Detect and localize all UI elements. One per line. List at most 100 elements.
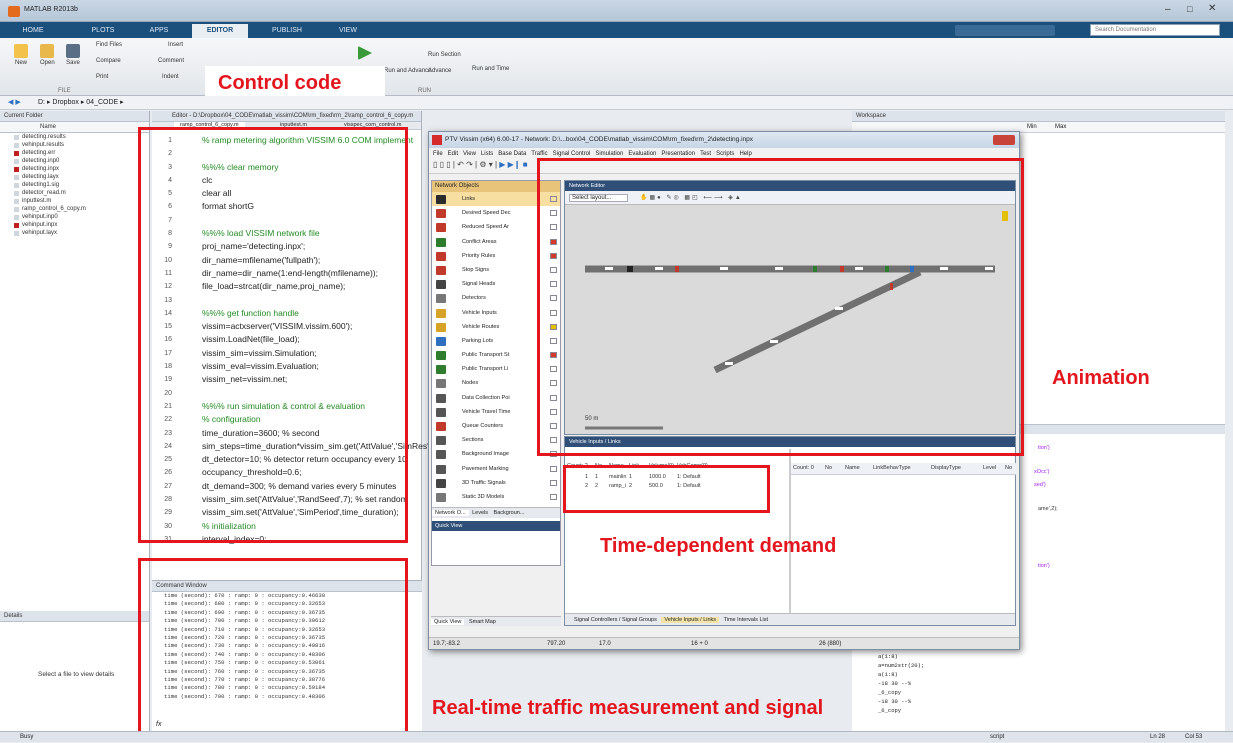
- print-button[interactable]: Print: [96, 74, 108, 80]
- indent-button[interactable]: Indent: [162, 74, 179, 80]
- network-object-item[interactable]: 3D Traffic Signals: [432, 476, 560, 490]
- name-column-header[interactable]: Name: [0, 122, 149, 133]
- file-item[interactable]: vehinput.inpx: [0, 221, 149, 229]
- toolbar-icons[interactable]: ▯ ▯ ▯ | ↶ ↷ | ⚙ ▾ | ▶ ▶❙ ■: [433, 160, 528, 169]
- close-icon[interactable]: ✕: [1208, 3, 1216, 14]
- history-item[interactable]: -18 30 --%: [878, 680, 978, 689]
- history-item[interactable]: _6_copy: [878, 689, 978, 698]
- table-header[interactable]: LinkBehavType: [873, 465, 911, 471]
- tab-levels[interactable]: Levels: [470, 510, 490, 516]
- history-item[interactable]: a(1:8): [878, 671, 978, 680]
- network-object-icon: [436, 223, 446, 233]
- search-documentation-input[interactable]: Search Documentation: [1090, 24, 1220, 36]
- network-object-item[interactable]: Pavement Marking: [432, 462, 560, 476]
- insert-button[interactable]: Insert: [168, 42, 183, 48]
- vissim-titlebar: PTV Vissim (x64) 6.00-17 - Network: D:\.…: [429, 132, 1019, 148]
- file-item[interactable]: vehinput.layx: [0, 229, 149, 237]
- menu-item-traffic[interactable]: Traffic: [531, 151, 547, 157]
- history-item[interactable]: _6_copy: [878, 707, 978, 716]
- table-header[interactable]: No: [825, 465, 832, 471]
- status-speed: 17.0: [599, 641, 611, 647]
- tab-editor[interactable]: EDITOR: [192, 24, 248, 38]
- file-item[interactable]: ramp_control_6_copy.m: [0, 205, 149, 213]
- file-item[interactable]: detecting.layx: [0, 173, 149, 181]
- tab-apps[interactable]: APPS: [140, 24, 178, 38]
- tab-vehicle-inputs[interactable]: Vehicle Inputs / Links: [661, 617, 720, 623]
- menu-item-help[interactable]: Help: [739, 151, 751, 157]
- menu-item-signal-control[interactable]: Signal Control: [553, 151, 591, 157]
- breadcrumb-dropbox[interactable]: Dropbox: [52, 99, 78, 106]
- file-item[interactable]: detecting.results: [0, 133, 149, 141]
- table-header[interactable]: No: [1005, 465, 1012, 471]
- tab-time-intervals[interactable]: Time Intervals List: [721, 617, 771, 623]
- status-busy: Busy: [20, 734, 34, 740]
- file-item[interactable]: detecting.inp0: [0, 157, 149, 165]
- tab-plots[interactable]: PLOTS: [84, 24, 122, 38]
- tab-publish[interactable]: PUBLISH: [262, 24, 312, 38]
- maximize-icon[interactable]: □: [1187, 4, 1192, 14]
- list-tabs: Signal Controllers / Signal Groups Vehic…: [565, 613, 1015, 625]
- max-column-header[interactable]: Max: [1055, 124, 1066, 130]
- menu-item-file[interactable]: File: [433, 151, 443, 157]
- file-item[interactable]: detecting.err: [0, 149, 149, 157]
- compare-button[interactable]: Compare: [96, 58, 121, 64]
- minimize-icon[interactable]: –: [1165, 4, 1171, 15]
- open-button[interactable]: Open: [40, 44, 55, 66]
- file-item[interactable]: detecting1.sig: [0, 181, 149, 189]
- new-button[interactable]: New: [14, 44, 28, 66]
- network-object-item[interactable]: Static 3D Models: [432, 490, 560, 504]
- file-item[interactable]: detector_read.m: [0, 189, 149, 197]
- table-header[interactable]: Level: [983, 465, 996, 471]
- tab-signal-controllers[interactable]: Signal Controllers / Signal Groups: [571, 617, 660, 623]
- tab-view[interactable]: VIEW: [330, 24, 366, 38]
- network-object-label: Sections: [462, 437, 484, 444]
- tab-smart-map[interactable]: Smart Map: [466, 619, 499, 625]
- history-item[interactable]: -18 30 --%: [878, 698, 978, 707]
- visibility-toggle[interactable]: [550, 465, 557, 472]
- network-object-label: Background Image: [462, 451, 509, 458]
- menu-item-scripts[interactable]: Scripts: [716, 151, 734, 157]
- comment-button[interactable]: Comment: [158, 58, 184, 64]
- visibility-toggle[interactable]: [550, 493, 557, 500]
- window-titlebar: MATLAB R2013b – □ ✕: [0, 0, 1233, 22]
- menu-item-view[interactable]: View: [463, 151, 476, 157]
- history-item[interactable]: a(1:8): [878, 653, 978, 662]
- tab-home[interactable]: HOME: [14, 24, 52, 38]
- run-and-time-button[interactable]: Run and Time: [472, 66, 509, 72]
- visibility-toggle[interactable]: [550, 479, 557, 486]
- advance-button[interactable]: Advance: [428, 68, 451, 74]
- run-icon[interactable]: [358, 46, 372, 62]
- file-item[interactable]: vehinput.results: [0, 141, 149, 149]
- vissim-close-icon[interactable]: [993, 135, 1015, 145]
- tab-quick-view[interactable]: Quick View: [431, 619, 465, 625]
- network-object-icon: [436, 436, 446, 446]
- min-column-header[interactable]: Min: [1027, 124, 1037, 130]
- tab-network-objects[interactable]: Network O...: [432, 510, 469, 516]
- menu-item-test[interactable]: Test: [700, 151, 711, 157]
- menu-item-simulation[interactable]: Simulation: [595, 151, 623, 157]
- breadcrumb-code[interactable]: 04_CODE: [86, 99, 118, 106]
- run-section-button[interactable]: Run Section: [428, 52, 461, 58]
- menu-item-edit[interactable]: Edit: [448, 151, 458, 157]
- quick-access-toolbar[interactable]: [955, 25, 1055, 36]
- find-files-button[interactable]: Find Files: [96, 42, 122, 48]
- file-item[interactable]: inputtest.m: [0, 197, 149, 205]
- run-and-advance-button[interactable]: Run and Advance: [384, 68, 431, 74]
- tab-backgrounds[interactable]: Backgroun...: [492, 510, 527, 516]
- file-item[interactable]: vehinput.inp0: [0, 213, 149, 221]
- link-table[interactable]: Count: 0 No Name LinkBehavType DisplayType Le…: [791, 463, 1016, 475]
- breadcrumb-drive[interactable]: D:: [38, 99, 45, 106]
- table-header[interactable]: Count: 0: [793, 465, 814, 471]
- network-object-icon: [436, 280, 446, 290]
- table-header[interactable]: Name: [845, 465, 860, 471]
- menu-item-presentation[interactable]: Presentation: [661, 151, 695, 157]
- save-button[interactable]: Save: [66, 44, 80, 66]
- history-item[interactable]: a=num2str(20);: [878, 662, 978, 671]
- table-header[interactable]: DisplayType: [931, 465, 961, 471]
- menu-item-lists[interactable]: Lists: [481, 151, 493, 157]
- menu-item-base-data[interactable]: Base Data: [498, 151, 526, 157]
- file-item[interactable]: detecting.inpx: [0, 165, 149, 173]
- menu-item-evaluation[interactable]: Evaluation: [628, 151, 656, 157]
- status-script: script: [990, 734, 1005, 740]
- back-icon[interactable]: ◀ ▶: [8, 96, 21, 110]
